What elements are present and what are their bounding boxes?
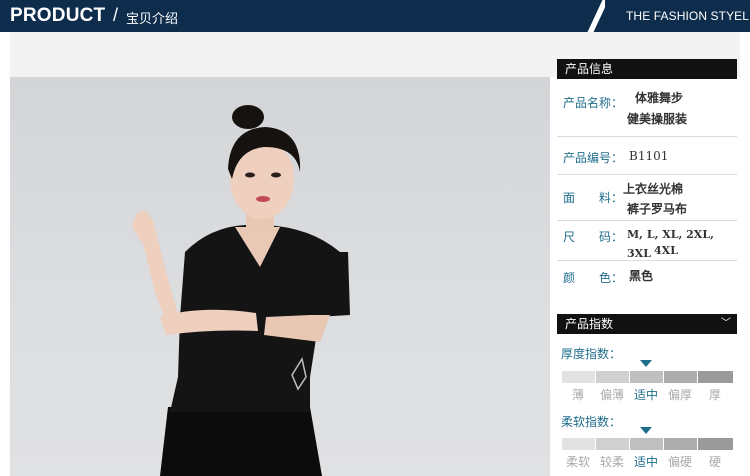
thickness-label: 厚度指数： — [561, 347, 622, 361]
thickness-option: 偏薄 — [599, 388, 624, 402]
thickness-option-selected: 适中 — [633, 388, 658, 402]
softness-scale-segment — [664, 438, 697, 450]
thickness-scale-segment — [630, 371, 663, 383]
info-divider — [557, 220, 737, 221]
triangle-down-icon — [640, 360, 652, 367]
softness-option-selected: 适中 — [633, 455, 658, 469]
softness-option: 较柔 — [599, 455, 624, 469]
product-photo — [10, 77, 550, 476]
chevron-down-icon[interactable]: ﹀ — [721, 314, 731, 334]
info-divider — [557, 174, 737, 175]
thickness-option: 薄 — [571, 388, 584, 402]
softness-scale-segment — [698, 438, 733, 450]
code-value: B1101 — [629, 149, 669, 163]
softness-option: 柔软 — [565, 455, 590, 469]
thickness-scale-segment — [664, 371, 697, 383]
thickness-option: 厚 — [708, 388, 721, 402]
softness-option: 偏硬 — [667, 455, 692, 469]
softness-scale-segment — [596, 438, 629, 450]
triangle-down-icon — [640, 427, 652, 434]
name-label: 产品名称： — [563, 96, 624, 110]
thickness-scale-segment — [698, 371, 733, 383]
fabric-value-line1: 上衣丝光棉 — [623, 182, 684, 196]
model-illustration — [132, 105, 350, 476]
code-label: 产品编号： — [563, 151, 624, 165]
product-indices-title[interactable]: 产品指数 ﹀ — [557, 314, 737, 334]
header-tagline: THE FASHION STYEL — [626, 9, 750, 23]
size-value-line2: 4XL — [654, 244, 678, 257]
thickness-scale-segment — [596, 371, 629, 383]
softness-scale-segment — [562, 438, 595, 450]
info-divider — [557, 136, 737, 137]
softness-option: 硬 — [708, 455, 721, 469]
fabric-value-line2: 裤子罗马布 — [627, 202, 688, 216]
size-value-line1: M, L, XL, 2XL, 3XL — [627, 228, 714, 260]
softness-scale-segment — [630, 438, 663, 450]
header-separator: / — [113, 5, 119, 25]
header-banner: PRODUCT / 宝贝介绍 THE FASHION STYEL — [0, 0, 750, 32]
fabric-label: 面 料： — [563, 191, 624, 205]
color-label: 颜 色： — [563, 271, 624, 285]
color-value: 黑色 — [629, 269, 654, 283]
name-value-line1: 体雅舞步 — [635, 91, 684, 105]
thickness-scale-segment — [562, 371, 595, 383]
info-divider — [557, 260, 737, 261]
thickness-option: 偏厚 — [667, 388, 692, 402]
softness-label: 柔软指数： — [561, 415, 622, 429]
name-value-line2: 健美操服装 — [627, 112, 688, 126]
header-brand: PRODUCT — [10, 5, 106, 26]
size-label: 尺 码： — [563, 230, 624, 244]
header-subtitle: 宝贝介绍 — [126, 12, 179, 27]
product-info-title: 产品信息 — [557, 59, 737, 79]
product-indices-title-text: 产品指数 — [565, 317, 614, 331]
